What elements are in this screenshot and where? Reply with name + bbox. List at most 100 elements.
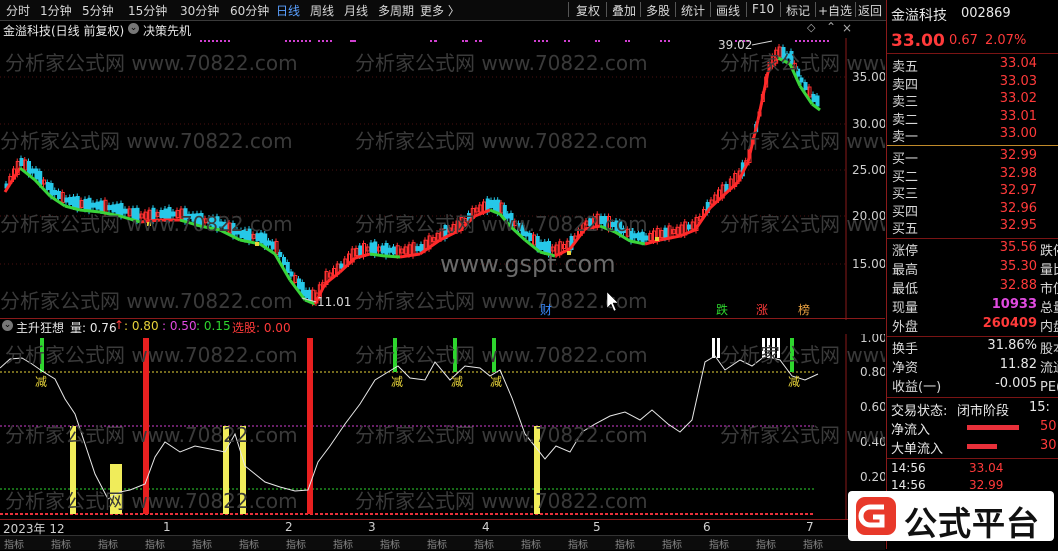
period-tab-60min[interactable]: 60分钟 (230, 2, 269, 19)
period-tab-multi[interactable]: 多周期 (378, 2, 414, 19)
caret-up-icon[interactable]: ⌃ (826, 20, 836, 34)
stat-label: 最高 (892, 263, 919, 278)
price-change: 0.67 (949, 33, 978, 48)
candle (358, 245, 363, 257)
ask-row[interactable]: 卖三 33.02 (887, 91, 1058, 110)
time-tick: 5 (593, 520, 601, 534)
f10-button[interactable]: F10 (752, 2, 774, 16)
stat-value: -0.005 (995, 376, 1037, 391)
stat-value: 35.56 (999, 240, 1037, 255)
chevron-down-icon[interactable]: ⌄ (128, 23, 139, 34)
watermark-text: 分析家公式网 www.70822.com (720, 129, 885, 153)
period-tab-monthly[interactable]: 月线 (344, 2, 368, 19)
bid-row[interactable]: 买四 32.96 (887, 201, 1058, 220)
multi-stock-button[interactable]: 多股 (646, 2, 670, 19)
signal-dot (350, 40, 352, 42)
trend-segment (369, 252, 386, 258)
bid-row[interactable]: 买五 32.95 (887, 218, 1058, 237)
fuquan-button[interactable]: 复权 (576, 2, 600, 19)
candle (285, 262, 290, 273)
candle (34, 168, 39, 180)
candle (489, 200, 494, 208)
candle (388, 247, 393, 253)
period-tab-more[interactable]: 更多 〉 (420, 2, 460, 19)
period-tab-15min[interactable]: 15分钟 (128, 2, 167, 19)
watermark-text: 分析家公式网 www.70822.com (0, 212, 293, 236)
candle (380, 245, 385, 254)
stat-row: 最高 35.30 量比 (887, 259, 1058, 278)
time-tick: 3 (368, 520, 376, 534)
quote-panel: 金溢科技 002869 33.00 0.67 2.07% 卖五 33.04 卖四… (886, 0, 1058, 549)
logo-mark-icon (856, 497, 896, 535)
draw-button[interactable]: 画线 (716, 2, 740, 19)
period-tab-30min[interactable]: 30分钟 (180, 2, 219, 19)
watermark-text: 分析家公式网 www.70822.com (5, 423, 298, 447)
ask-row[interactable]: 卖五 33.04 (887, 56, 1058, 75)
add-watchlist-button[interactable]: +自选 (818, 2, 852, 19)
candle (415, 246, 420, 252)
period-tab-1min[interactable]: 1分钟 (40, 2, 72, 19)
signal-dot (819, 40, 821, 42)
price-tick: 25.00 (852, 163, 885, 177)
diamond-icon[interactable]: ◇ (807, 21, 815, 34)
stat-label-right: 市值 (1040, 282, 1058, 297)
mark-button[interactable]: 标记 (786, 2, 810, 19)
main-chart[interactable]: 35.0030.0025.0020.0015.00 分析家公式网 www.708… (0, 38, 885, 320)
watermark-text: 分析家公式网 www.70822.com (355, 489, 648, 513)
signal-dot (322, 40, 324, 42)
stat-row: 收益(一) -0.005 PE(动 (887, 376, 1058, 395)
signal-dot (293, 40, 295, 42)
back-button[interactable]: 返回 (858, 2, 882, 19)
watermark-text: 分析家公式网 www.70822.com (355, 51, 648, 75)
stat-value: 260409 (982, 316, 1037, 331)
ask-label: 卖五 (892, 60, 919, 75)
signal-dot (301, 40, 303, 42)
trend-line (3, 56, 821, 306)
bid-row[interactable]: 买三 32.97 (887, 183, 1058, 202)
close-icon[interactable]: × (842, 21, 852, 35)
stat-value: 11.82 (999, 357, 1037, 372)
reduce-label: 减 (451, 375, 463, 389)
candle (644, 235, 649, 241)
stats-button[interactable]: 统计 (681, 2, 705, 19)
ask-row[interactable]: 卖二 33.01 (887, 109, 1058, 128)
stat-value: 35.30 (999, 259, 1037, 274)
stock-title: 金溢科技(日线 前复权) (3, 24, 125, 38)
sub-chart[interactable]: 1.000.800.600.400.20 分析家公式网 www.70822.co… (0, 334, 885, 520)
time-tick: 1 (163, 520, 171, 534)
sub-tick: 0.60 (860, 400, 885, 414)
candle (267, 240, 271, 246)
period-tab-5min[interactable]: 5分钟 (82, 2, 114, 19)
net-inflow-value: 50 (1040, 419, 1057, 434)
stock-code: 002869 (961, 6, 1011, 21)
period-tab-weekly[interactable]: 周线 (310, 2, 334, 19)
trend-segment (399, 252, 421, 259)
ask-price: 33.04 (999, 56, 1037, 71)
signal-dot (815, 40, 817, 42)
watermark-text: 分析家公式网 www.70822.com (355, 423, 648, 447)
high-price-label: 39.02 (718, 38, 752, 52)
price-tick: 15.00 (852, 257, 885, 271)
toolbar-divider (640, 2, 641, 17)
stat-label: 净资 (892, 361, 919, 376)
chevron-down-icon[interactable]: ⌄ (2, 320, 13, 331)
ask-row[interactable]: 卖一 33.00 (887, 126, 1058, 145)
stat-label-right: 量比 (1040, 263, 1058, 278)
candle (53, 190, 58, 195)
bid-row[interactable]: 买一 32.99 (887, 148, 1058, 167)
reduce-label: 减 (490, 375, 502, 389)
ask-row[interactable]: 卖四 33.03 (887, 74, 1058, 93)
period-tab-daily[interactable]: 日线 (276, 2, 300, 19)
stat-label: 换手 (892, 342, 919, 357)
signal-dot (200, 40, 202, 42)
overlay-button[interactable]: 叠加 (612, 2, 636, 19)
event-tag: 跌 (716, 302, 728, 317)
signal-dot (595, 40, 597, 42)
toolbar-divider (746, 2, 747, 17)
period-tab-fenshi[interactable]: 分时 (6, 2, 30, 19)
bid-row[interactable]: 买二 32.98 (887, 166, 1058, 185)
bid-label: 买四 (892, 204, 919, 220)
chart-title-bar: 金溢科技(日线 前复权) ⌄ 决策先机 ◇ ⌃ × (0, 20, 885, 39)
trade-time: 15: (1029, 400, 1050, 415)
signal-dot (811, 40, 813, 42)
